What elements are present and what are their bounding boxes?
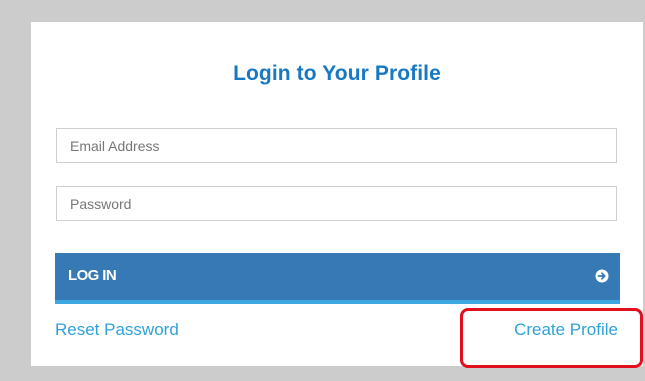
login-button[interactable]: LOG IN — [55, 253, 620, 304]
reset-password-link[interactable]: Reset Password — [55, 320, 179, 340]
email-field[interactable] — [56, 128, 617, 163]
page-title: Login to Your Profile — [233, 62, 441, 85]
login-button-label: LOG IN — [68, 267, 117, 284]
password-field[interactable] — [56, 186, 617, 221]
page-background: Login to Your Profile LOG IN Reset Passw… — [0, 0, 645, 381]
highlight-annotation — [460, 308, 643, 368]
arrow-right-circle-icon — [595, 269, 609, 283]
